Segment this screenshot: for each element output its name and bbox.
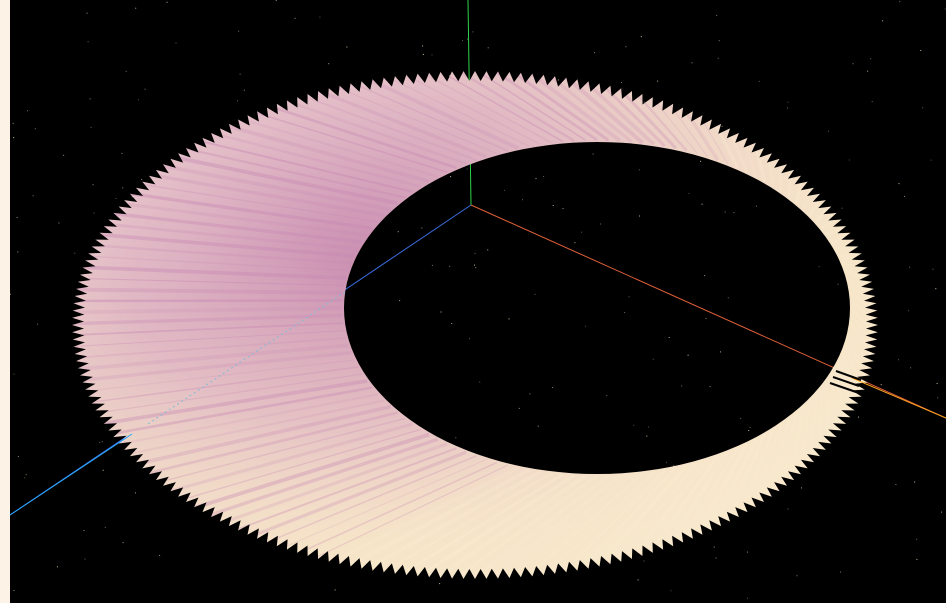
side-panel-edge[interactable] bbox=[0, 0, 10, 603]
torus-ring[interactable] bbox=[10, 0, 946, 603]
scene-canvas[interactable] bbox=[10, 0, 946, 603]
3d-viewport[interactable] bbox=[10, 0, 946, 603]
ring-streak bbox=[835, 246, 859, 251]
app-window bbox=[0, 0, 946, 603]
ring-streak bbox=[824, 380, 831, 447]
ring-streak bbox=[778, 158, 783, 192]
ring-streak bbox=[839, 254, 865, 261]
